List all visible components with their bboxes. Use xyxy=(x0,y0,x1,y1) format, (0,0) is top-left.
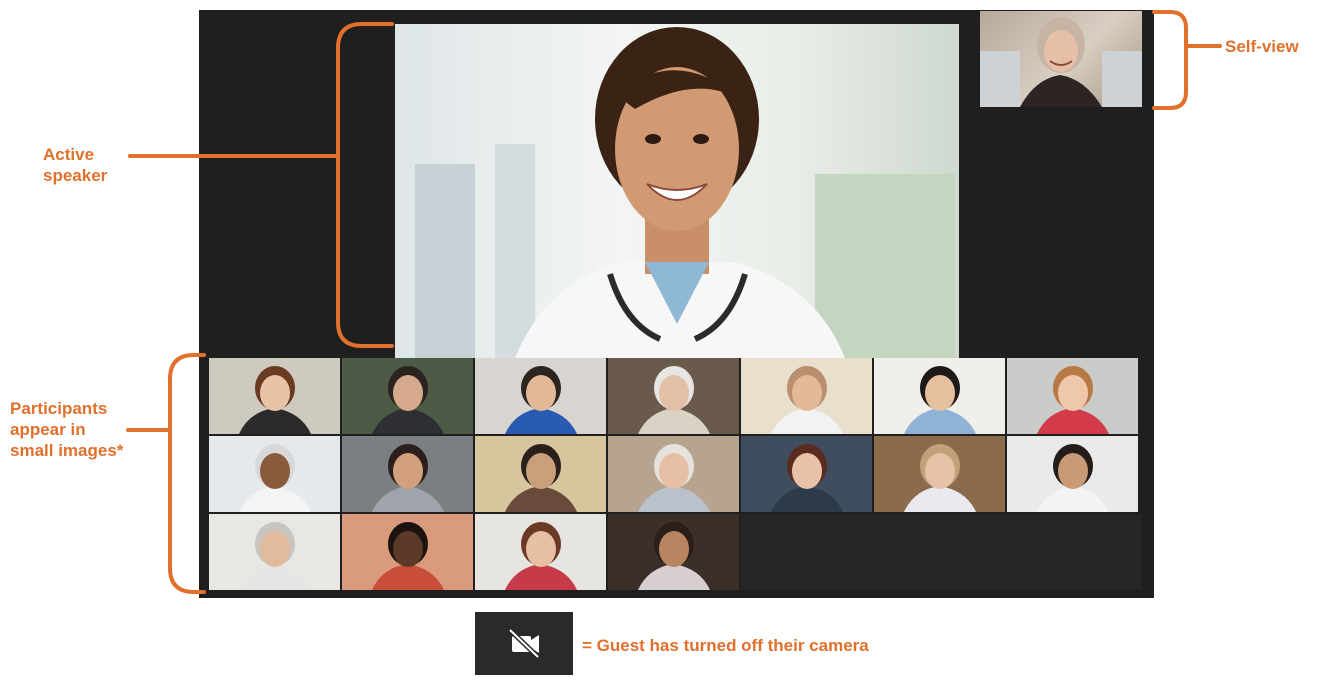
participant-tile[interactable] xyxy=(608,436,739,512)
self-view-image xyxy=(980,17,1142,107)
participant-tile[interactable] xyxy=(475,514,606,590)
participant-portrait xyxy=(475,514,606,590)
participant-tile[interactable] xyxy=(1007,436,1138,512)
participant-portrait xyxy=(608,514,739,590)
participant-portrait xyxy=(209,514,340,590)
camera-off-tile xyxy=(475,612,573,675)
participant-tile[interactable] xyxy=(874,436,1005,512)
participant-portrait xyxy=(1007,358,1138,434)
participant-tile[interactable] xyxy=(741,436,872,512)
participant-tile[interactable] xyxy=(475,358,606,434)
empty-grid-area xyxy=(741,514,1141,590)
participant-portrait xyxy=(874,436,1005,512)
participant-tile[interactable] xyxy=(209,436,340,512)
participant-portrait xyxy=(608,436,739,512)
active-speaker-video[interactable] xyxy=(395,24,959,358)
active-speaker-label-line1: Active xyxy=(43,145,95,164)
participant-portrait xyxy=(874,358,1005,434)
participant-portrait xyxy=(608,358,739,434)
active-speaker-label: Active speaker xyxy=(43,144,107,186)
participant-portrait xyxy=(342,436,473,512)
participants-label-line2: appear in xyxy=(10,420,86,439)
participant-tile[interactable] xyxy=(1007,358,1138,434)
participant-tile[interactable] xyxy=(741,358,872,434)
camera-off-legend-text: = Guest has turned off their camera xyxy=(582,636,869,655)
participants-label-line1: Participants xyxy=(10,399,108,418)
participant-tile[interactable] xyxy=(475,436,606,512)
participants-label-line3: small images* xyxy=(10,441,124,460)
self-view-label: Self-view xyxy=(1225,37,1299,56)
participant-portrait xyxy=(342,358,473,434)
participant-portrait xyxy=(342,514,473,590)
active-speaker-label-line2: speaker xyxy=(43,166,108,185)
participant-tile[interactable] xyxy=(608,358,739,434)
participant-tile[interactable] xyxy=(874,358,1005,434)
participant-portrait xyxy=(475,358,606,434)
participant-tile[interactable] xyxy=(342,436,473,512)
participant-tile[interactable] xyxy=(209,358,340,434)
participant-portrait xyxy=(741,436,872,512)
video-call-window xyxy=(199,10,1154,598)
participant-tile[interactable] xyxy=(342,358,473,434)
active-speaker-image xyxy=(415,27,955,358)
video-camera-off-icon xyxy=(508,628,540,659)
participant-portrait xyxy=(209,436,340,512)
participants-label: Participants appear in small images* xyxy=(10,398,123,461)
participant-portrait xyxy=(209,358,340,434)
participant-portrait xyxy=(475,436,606,512)
participant-portrait xyxy=(741,358,872,434)
participant-portrait xyxy=(1007,436,1138,512)
self-view-video[interactable] xyxy=(980,11,1142,107)
participant-tile[interactable] xyxy=(342,514,473,590)
self-view-bracket xyxy=(1152,10,1188,110)
participant-tile[interactable] xyxy=(608,514,739,590)
participant-tile[interactable] xyxy=(209,514,340,590)
